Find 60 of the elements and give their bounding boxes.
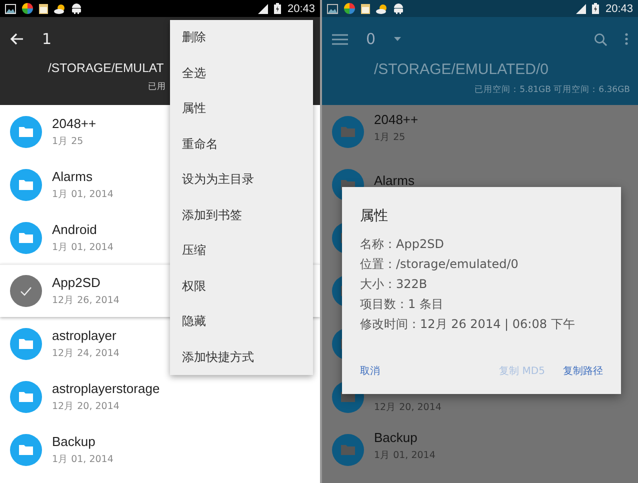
file-date: 1月 01, 2014 [374, 450, 436, 460]
signal-icon [258, 4, 268, 14]
weather-icon [54, 4, 66, 14]
dialog-title: 属性 [360, 207, 389, 225]
file-date: 12月 20, 2014 [374, 402, 442, 412]
colorful-circle-icon [344, 3, 355, 14]
current-path: /STORAGE/EMULATED/0 [374, 61, 550, 78]
file-name: 2048++ [374, 112, 418, 126]
storage-info: 已用空间：5.81GB 可用空间：6.36GB [474, 84, 630, 96]
selection-count: 1 [42, 30, 52, 48]
menu-icon[interactable] [332, 34, 348, 44]
file-date: 1月 25 [374, 132, 406, 142]
picture-icon [5, 4, 16, 14]
property-line: 位置：/storage/emulated/0 [360, 256, 520, 273]
menu-item[interactable]: 权限 [170, 268, 313, 304]
property-line: 修改时间：12月 26 2014 | 06:08 下午 [360, 316, 576, 333]
search-icon[interactable] [594, 32, 607, 46]
calendar-icon [361, 4, 370, 14]
file-name: astroplayerstorage [52, 382, 160, 394]
file-name: Alarms [374, 174, 414, 187]
menu-item[interactable]: 全选 [170, 56, 313, 91]
status-time: 20:43 [605, 2, 633, 14]
property-line: 大小：322B [360, 276, 428, 293]
status-time: 20:43 [287, 2, 315, 14]
weather-icon [376, 4, 388, 14]
folder-title: 0 [366, 30, 376, 48]
dialog-button[interactable]: 取消 [360, 362, 380, 380]
android-icon [72, 3, 81, 14]
property-line: 名称：App2SD [360, 236, 445, 253]
signal-icon [576, 4, 586, 14]
menu-item[interactable]: 设为为主目录 [170, 162, 313, 198]
file-date: 1月 25 [52, 136, 84, 146]
file-name: Android [52, 222, 98, 236]
file-date: 12月 24, 2014 [52, 348, 120, 358]
file-name: App2SD [52, 276, 102, 289]
file-name: Alarms [52, 170, 94, 182]
storage-info: 已用 [148, 81, 166, 93]
menu-item[interactable]: 删除 [170, 20, 313, 56]
current-path: /STORAGE/EMULAT [48, 61, 165, 75]
battery-icon [274, 3, 282, 14]
file-name: 2048++ [52, 116, 96, 130]
file-name: astroplayer [52, 328, 118, 342]
more-options-icon[interactable] [625, 33, 628, 45]
file-date: 12月 26, 2014 [52, 296, 120, 306]
file-date: 12月 20, 2014 [52, 402, 120, 412]
file-date: 1月 01, 2014 [52, 190, 114, 200]
dropdown-caret-icon[interactable] [394, 37, 401, 41]
file-date: 1月 01, 2014 [52, 242, 114, 252]
battery-icon [592, 3, 600, 14]
file-name: Backup [52, 434, 96, 448]
file-date: 1月 01, 2014 [52, 454, 114, 464]
property-line: 项目数：1 条目 [360, 296, 444, 313]
colorful-circle-icon [22, 3, 33, 14]
dialog-button[interactable]: 复制路径 [563, 362, 603, 380]
file-name: Backup [374, 430, 418, 444]
check-icon[interactable] [10, 275, 42, 307]
back-arrow-icon[interactable] [10, 33, 24, 45]
android-icon [394, 3, 403, 14]
picture-icon [327, 4, 338, 14]
calendar-icon [39, 4, 48, 14]
